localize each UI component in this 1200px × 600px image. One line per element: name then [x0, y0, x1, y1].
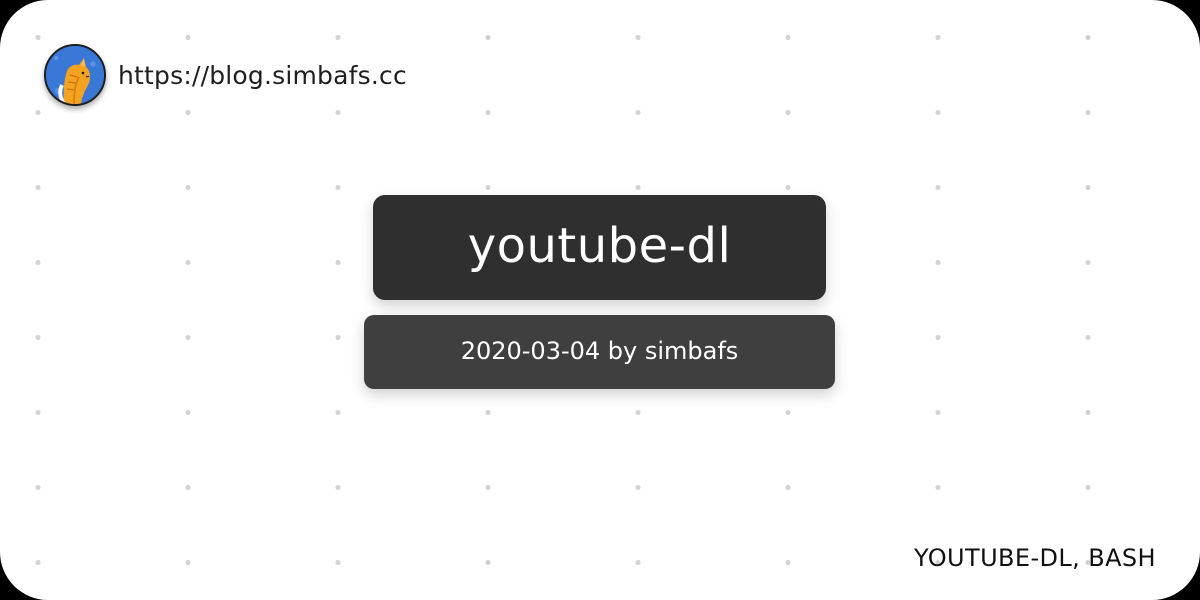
cat-avatar-icon [44, 44, 106, 106]
social-preview-card: https://blog.simbafs.cc youtube-dl 2020-… [0, 0, 1200, 600]
post-date-author: 2020-03-04 by simbafs [460, 337, 739, 365]
site-url[interactable]: https://blog.simbafs.cc [118, 63, 407, 88]
post-title: youtube-dl [467, 217, 732, 274]
post-tags: YOUTUBE-DL, BASH [914, 544, 1156, 572]
post-meta-box: 2020-03-04 by simbafs [364, 315, 835, 389]
site-header: https://blog.simbafs.cc [44, 44, 407, 106]
post-title-box: youtube-dl [373, 195, 826, 300]
